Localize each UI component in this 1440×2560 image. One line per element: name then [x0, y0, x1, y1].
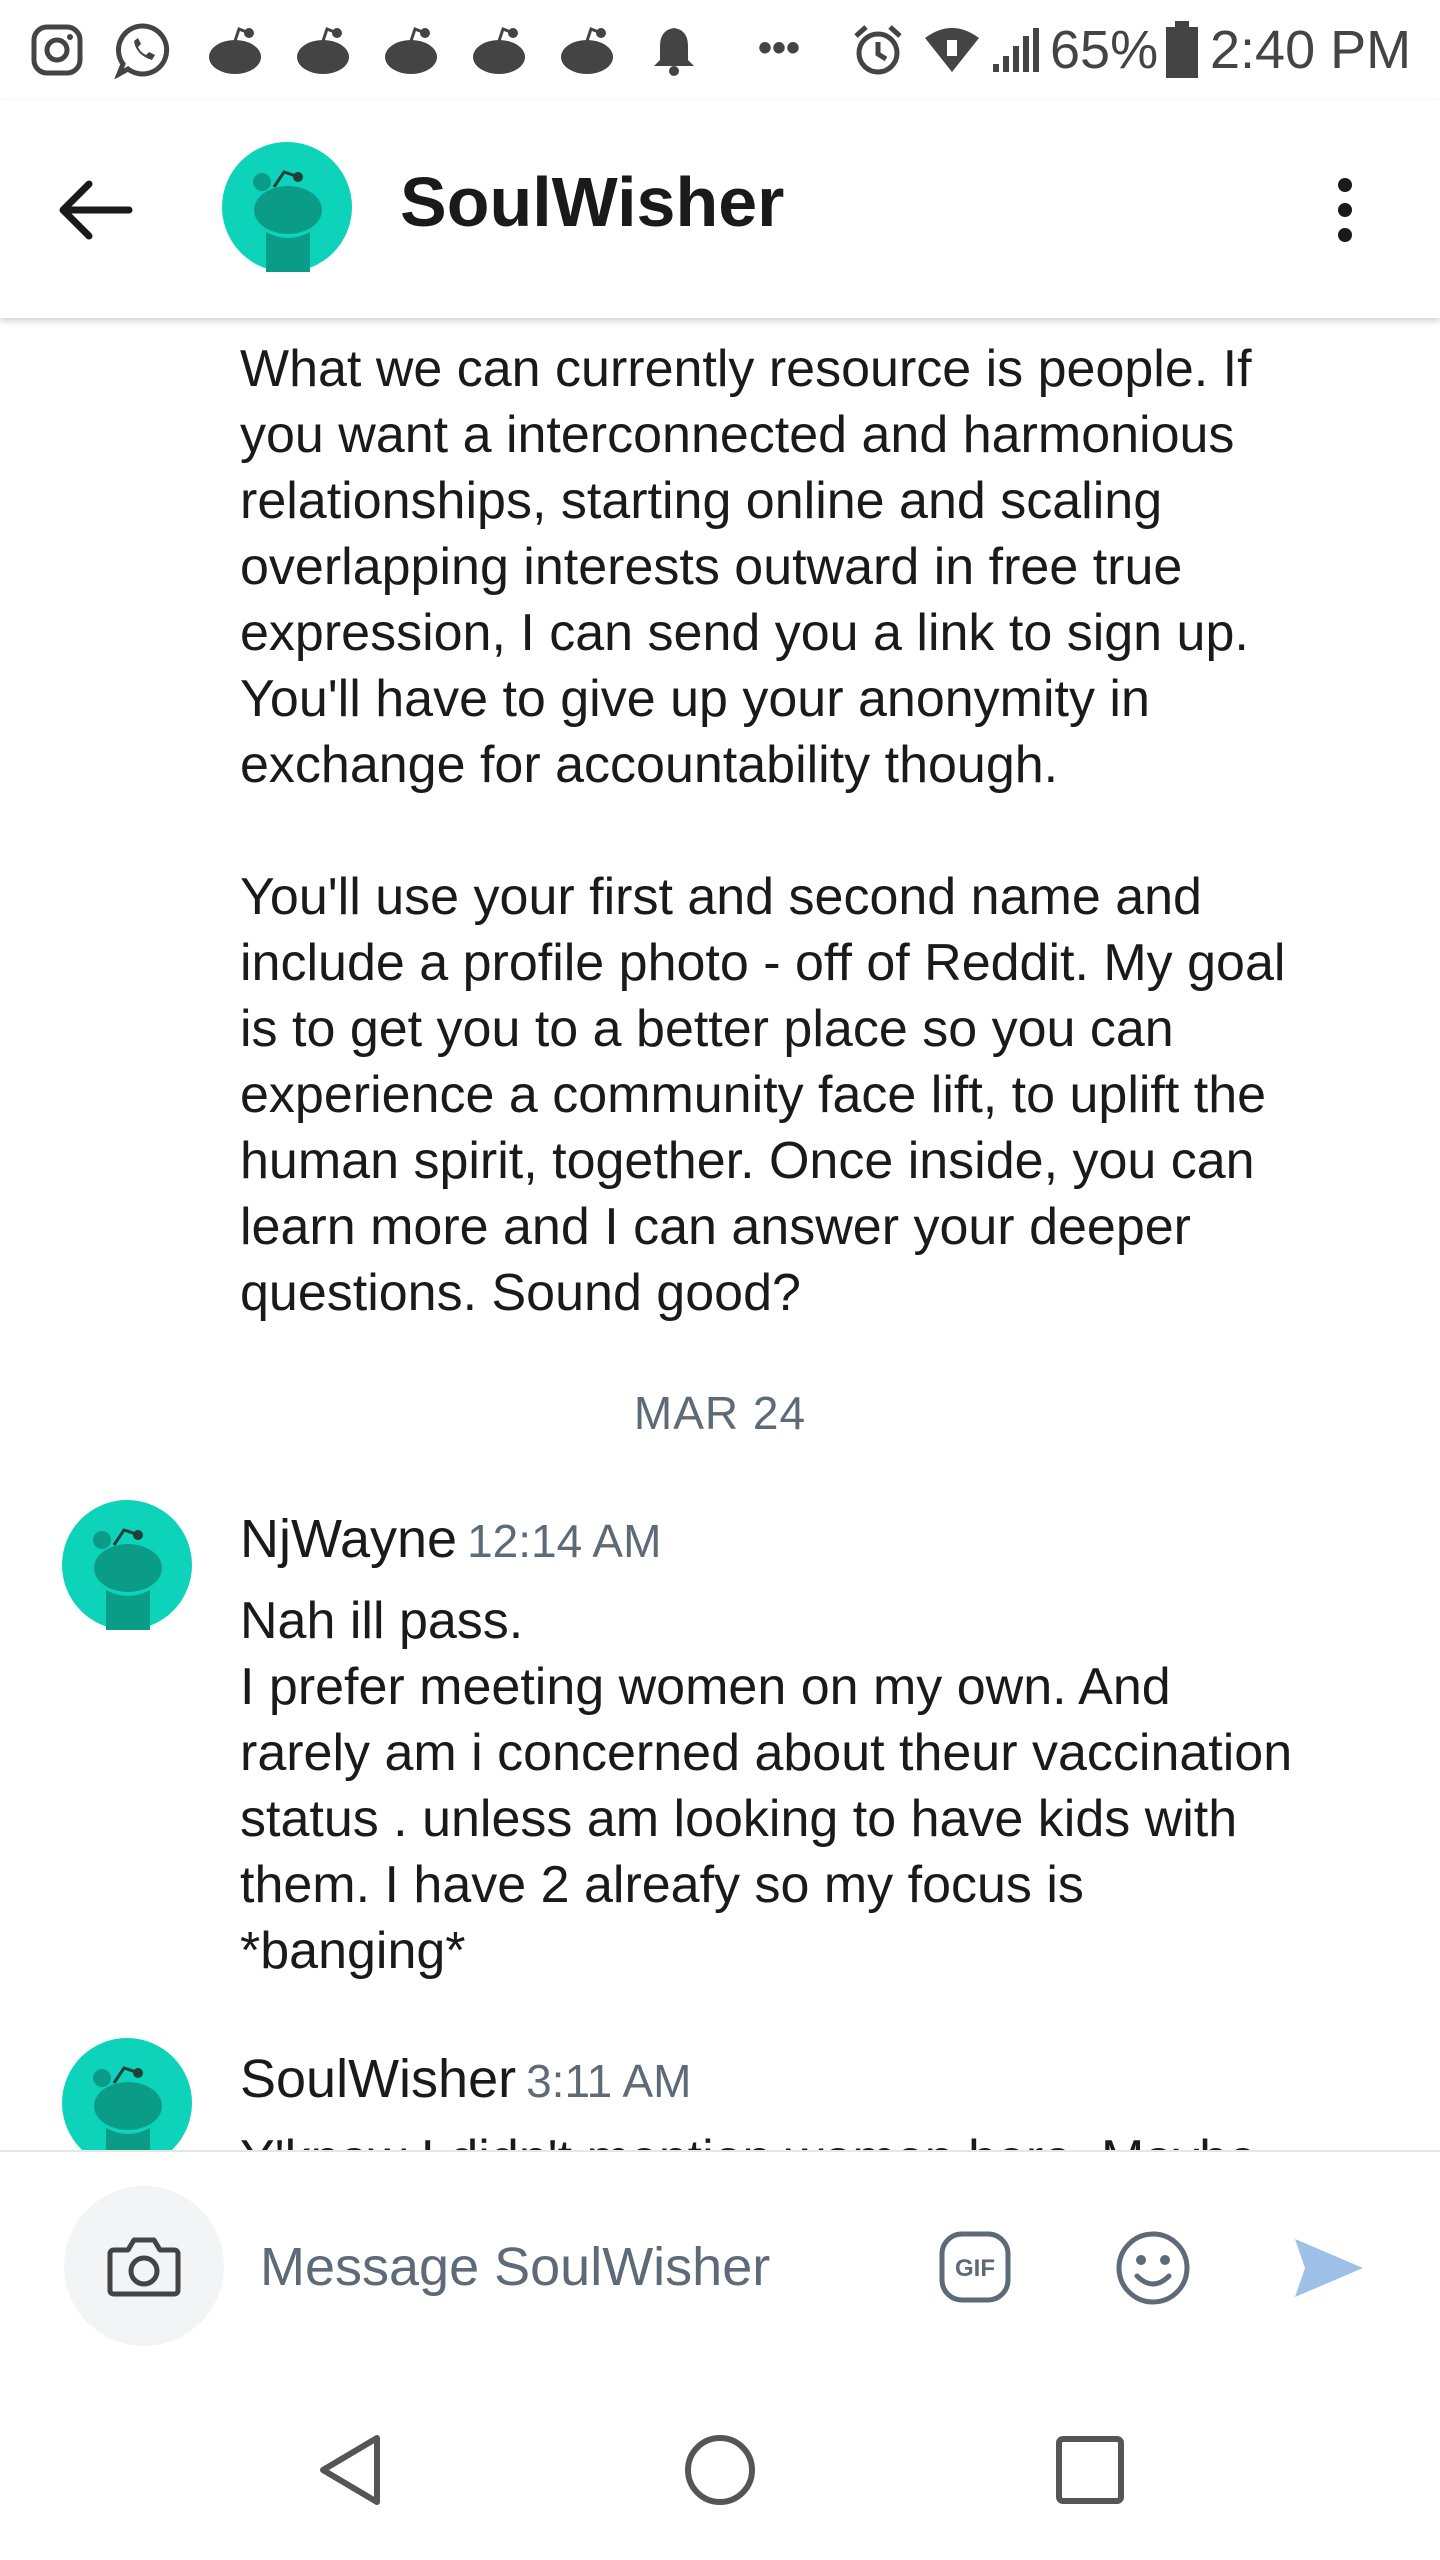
message-timestamp: 3:11 AM [526, 2055, 692, 2107]
reddit-icon [293, 22, 353, 78]
more-options-button[interactable] [1300, 160, 1390, 260]
smiley-icon [1116, 2231, 1189, 2304]
gif-icon: GIF [939, 2231, 1011, 2303]
clock: 2:40 PM [1210, 20, 1412, 80]
avatar[interactable] [222, 142, 352, 272]
nav-back-button[interactable] [300, 2420, 400, 2520]
battery-percentage: 65% [1050, 20, 1159, 80]
message-author[interactable]: NjWayne 12:14 AM [240, 1508, 661, 1570]
message-author[interactable]: SoulWisher 3:11 AM [240, 2048, 691, 2110]
arrow-left-icon [59, 180, 133, 240]
message-text: What we can currently resource is people… [240, 340, 1286, 1322]
message-text: Y'know I didn't mention women here. Mayb… [240, 2126, 1380, 2150]
gif-label: GIF [955, 2255, 995, 2282]
battery-icon [1162, 21, 1202, 78]
square-recents-icon [1056, 2436, 1124, 2504]
system-navigation-bar [0, 2380, 1440, 2560]
status-bar: ••• 65% 2:40 PM [0, 0, 1440, 100]
page-title: SoulWisher [400, 163, 785, 241]
conversation-header: SoulWisher [0, 100, 1440, 318]
message-composer: GIF [0, 2150, 1440, 2382]
whatsapp-icon [112, 22, 174, 79]
alarm-icon [850, 22, 906, 78]
camera-button[interactable] [64, 2186, 224, 2346]
send-button[interactable] [1280, 2220, 1375, 2315]
message-text: Nah ill pass. I prefer meeting women on … [240, 1592, 1293, 1980]
nav-recents-button[interactable] [1040, 2420, 1140, 2520]
author-name[interactable]: NjWayne [240, 1509, 457, 1569]
camera-icon [107, 2237, 181, 2297]
author-name[interactable]: SoulWisher [240, 2049, 516, 2109]
gif-button[interactable]: GIF [930, 2222, 1020, 2312]
message-timestamp: 12:14 AM [467, 1515, 662, 1567]
message-input[interactable] [260, 2222, 900, 2312]
reddit-icon [557, 22, 617, 78]
notification-bell-icon [648, 22, 700, 78]
send-icon [1294, 2238, 1363, 2297]
reddit-icon [381, 22, 441, 78]
instagram-icon [28, 22, 86, 78]
avatar[interactable] [62, 2038, 192, 2150]
signal-icon [990, 22, 1040, 78]
back-button[interactable] [40, 160, 150, 260]
date-separator: MAR 24 [633, 1387, 807, 1439]
nav-home-button[interactable] [670, 2420, 770, 2520]
reddit-icon [205, 22, 265, 78]
wifi-icon [922, 22, 982, 78]
triangle-back-icon [320, 2435, 380, 2505]
more-vertical-icon [1338, 178, 1352, 242]
reddit-icon [469, 22, 529, 78]
message-list[interactable]: What we can currently resource is people… [0, 318, 1440, 2150]
avatar[interactable] [62, 1500, 192, 1630]
emoji-button[interactable] [1105, 2220, 1200, 2315]
circle-home-icon [685, 2435, 755, 2505]
more-notifications-indicator: ••• [758, 26, 801, 70]
